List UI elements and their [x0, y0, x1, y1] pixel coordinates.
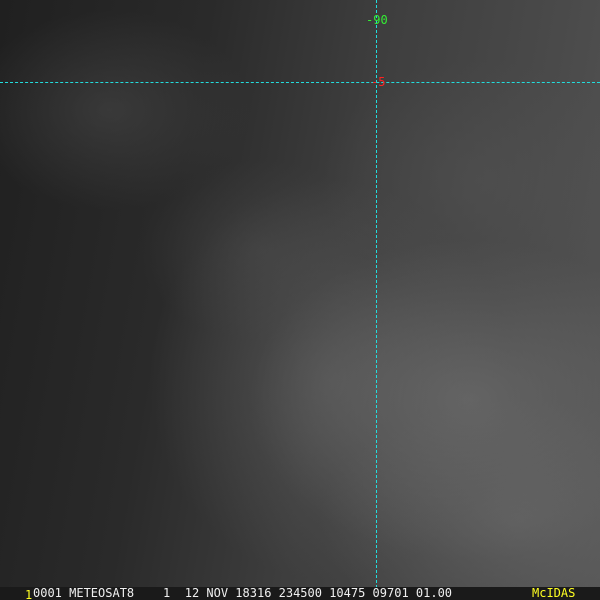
frame-number: 1: [25, 588, 33, 600]
latitude-grid-line: [0, 82, 600, 83]
satellite-image: -90 -5 1 0001 METEOSAT8 1 12 NOV 18316 23…: [0, 0, 600, 600]
status-bar: 1 0001 METEOSAT8 1 12 NOV 18316 234500 10…: [0, 587, 600, 600]
longitude-label: -90: [366, 13, 388, 27]
image-info: 0001 METEOSAT8 1 12 NOV 18316 234500 104…: [33, 586, 453, 600]
latitude-label: -5: [371, 75, 386, 89]
mcidas-logo: McIDAS: [532, 586, 576, 600]
